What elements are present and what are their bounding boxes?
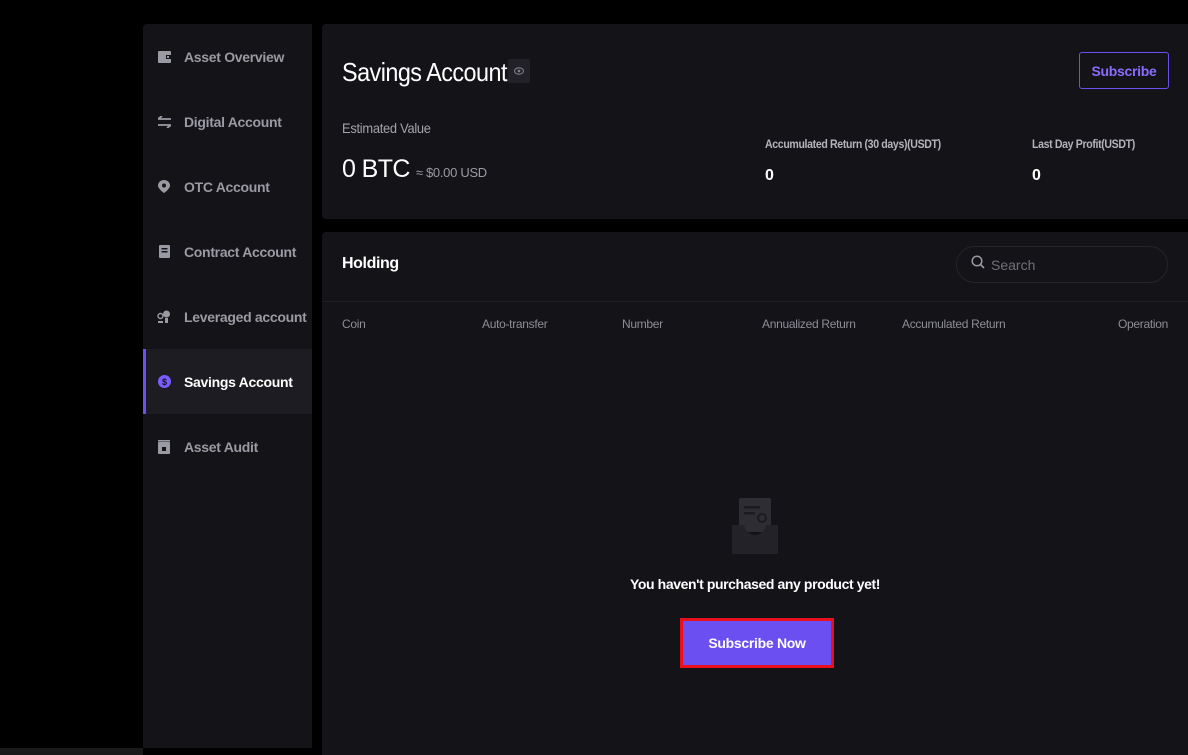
estimated-value: 0 BTC ≈ $0.00 USD xyxy=(342,155,487,184)
holding-panel: Holding Coin Auto-transfer Number Annual… xyxy=(322,232,1188,755)
sidebar-item-label: Leveraged account xyxy=(184,308,307,325)
last-day-profit-stat: Last Day Profit(USDT) 0 xyxy=(1032,137,1149,185)
sidebar-item-leveraged-account[interactable]: Leveraged account xyxy=(143,284,312,349)
column-header-accumulated-return: Accumulated Return xyxy=(902,317,1006,331)
sidebar-item-otc-account[interactable]: OTC Account xyxy=(143,154,312,219)
subscribe-now-button[interactable]: Subscribe Now xyxy=(680,618,834,668)
divider xyxy=(322,301,1188,302)
document-icon xyxy=(157,245,171,259)
sidebar-item-savings-account[interactable]: $ Savings Account xyxy=(143,349,312,414)
column-header-number: Number xyxy=(622,317,663,331)
sidebar-item-label: Digital Account xyxy=(184,113,282,130)
dollar-coin-icon: $ xyxy=(157,375,171,389)
column-header-annualized-return: Annualized Return xyxy=(762,317,856,331)
estimated-btc-value: 0 BTC xyxy=(342,155,410,183)
column-header-auto-transfer: Auto-transfer xyxy=(482,317,548,331)
sidebar: Asset Overview Digital Account OTC Accou… xyxy=(143,24,312,748)
sidebar-item-asset-overview[interactable]: Asset Overview xyxy=(143,24,312,89)
transfer-arrows-icon xyxy=(157,115,171,129)
accumulated-return-value: 0 xyxy=(765,167,774,184)
sidebar-item-label: Savings Account xyxy=(184,373,293,390)
last-day-profit-value: 0 xyxy=(1032,167,1041,184)
accumulated-return-stat: Accumulated Return (30 days)(USDT) 0 xyxy=(765,137,965,185)
accumulated-return-label: Accumulated Return (30 days)(USDT) xyxy=(765,137,941,151)
sidebar-item-label: Asset Overview xyxy=(184,48,285,65)
leverage-icon xyxy=(157,310,171,324)
audit-icon xyxy=(157,439,171,454)
subscribe-button[interactable]: Subscribe xyxy=(1079,52,1169,89)
svg-text:$: $ xyxy=(161,377,166,387)
empty-state-message: You haven't purchased any product yet! xyxy=(629,576,881,592)
column-header-operation: Operation xyxy=(1118,317,1168,331)
sidebar-item-contract-account[interactable]: Contract Account xyxy=(143,219,312,284)
sidebar-item-label: Contract Account xyxy=(184,243,297,260)
sidebar-item-label: OTC Account xyxy=(184,178,270,195)
search-icon xyxy=(971,255,985,274)
estimated-value-label: Estimated Value xyxy=(342,120,431,136)
search-input[interactable] xyxy=(991,256,1161,273)
sidebar-item-asset-audit[interactable]: Asset Audit xyxy=(143,414,312,479)
last-day-profit-label: Last Day Profit(USDT) xyxy=(1032,137,1135,151)
sidebar-item-digital-account[interactable]: Digital Account xyxy=(143,89,312,154)
wallet-icon xyxy=(157,50,171,64)
toggle-visibility-button[interactable] xyxy=(508,59,530,83)
page-title: Savings Account xyxy=(342,57,507,87)
estimated-usd-value: ≈ $0.00 USD xyxy=(415,165,487,180)
subscribe-now-label: Subscribe Now xyxy=(683,621,831,665)
column-header-coin: Coin xyxy=(342,317,366,331)
search-box[interactable] xyxy=(956,246,1168,283)
bottom-strip xyxy=(0,748,143,755)
empty-state-icon xyxy=(732,497,778,555)
sidebar-item-label: Asset Audit xyxy=(184,438,258,455)
savings-summary-panel: Savings Account Subscribe Estimated Valu… xyxy=(322,24,1188,219)
eye-icon xyxy=(513,62,525,80)
location-pin-icon xyxy=(157,180,171,194)
holding-title: Holding xyxy=(342,255,399,272)
